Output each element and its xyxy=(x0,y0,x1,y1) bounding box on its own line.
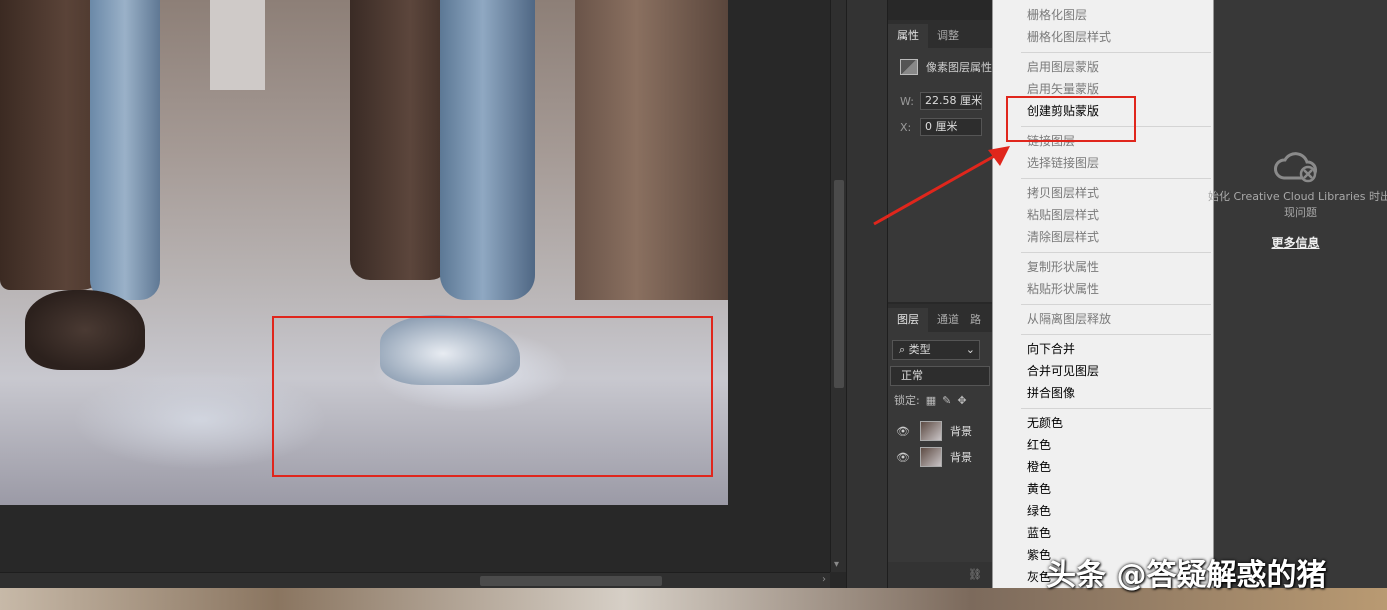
menu-item[interactable]: 红色 xyxy=(1027,435,1051,455)
menu-separator xyxy=(1021,334,1211,335)
lock-row: 锁定: ▦ ✎ ✥ xyxy=(888,392,992,408)
link-icon[interactable]: ⛓ xyxy=(968,568,982,581)
menu-item[interactable]: 橙色 xyxy=(1027,457,1051,477)
tab-properties[interactable]: 属性 xyxy=(888,24,928,48)
width-row: W: 22.58 厘米 xyxy=(888,88,992,114)
menu-item[interactable]: 向下合并 xyxy=(1027,339,1075,359)
vertical-scroll-thumb[interactable] xyxy=(834,180,844,388)
filter-kind-value: 类型 xyxy=(908,343,931,356)
canvas-vertical-scrollbar[interactable]: ▾ xyxy=(830,0,846,572)
menu-item[interactable]: 黄色 xyxy=(1027,479,1051,499)
x-label: X: xyxy=(900,120,912,134)
menu-item[interactable]: 栅格化图层样式 xyxy=(1027,27,1111,47)
photo-background-wall xyxy=(575,0,728,300)
lock-transparent-icon[interactable]: ▦ xyxy=(926,394,936,407)
menu-separator xyxy=(1021,252,1211,253)
x-field[interactable]: 0 厘米 xyxy=(920,118,982,136)
layer-list: 👁 背景 👁 背景 xyxy=(888,418,992,470)
more-info-link[interactable]: 更多信息 xyxy=(1214,234,1377,251)
layer-row[interactable]: 👁 背景 xyxy=(888,444,992,470)
lock-label: 锁定: xyxy=(894,394,920,407)
canvas-horizontal-scrollbar[interactable]: › xyxy=(0,572,830,588)
annotation-arrow-icon xyxy=(873,146,1010,226)
tab-channels[interactable]: 通道 xyxy=(928,308,968,332)
cloud-error-icon xyxy=(1274,152,1317,183)
blend-mode-select[interactable]: 正常 xyxy=(890,366,990,386)
properties-tabbar: 属性 调整 xyxy=(888,20,992,48)
visibility-eye-icon[interactable]: 👁 xyxy=(896,451,910,464)
menu-item[interactable]: 启用图层蒙版 xyxy=(1027,57,1099,77)
filter-kind-label: ⌕ 类型 xyxy=(899,343,931,356)
menu-item[interactable]: 绿色 xyxy=(1027,501,1051,521)
x-row: X: 0 厘米 xyxy=(888,114,992,140)
cc-error-message: 始化 Creative Cloud Libraries 时出 现问题 xyxy=(1208,189,1387,221)
menu-separator xyxy=(1021,178,1211,179)
menu-item[interactable]: 蓝色 xyxy=(1027,523,1051,543)
scroll-down-arrow-icon[interactable]: ▾ xyxy=(834,559,839,570)
tab-paths[interactable]: 路 xyxy=(968,308,981,332)
cc-error-line1: 始化 Creative Cloud Libraries 时出 xyxy=(1208,190,1387,203)
chevron-down-icon: ⌄ xyxy=(965,343,975,356)
layer-name[interactable]: 背景 xyxy=(950,449,972,465)
horizontal-scroll-thumb[interactable] xyxy=(480,576,662,586)
properties-header-row: 像素图层属性 xyxy=(888,54,992,80)
menu-item[interactable]: 从隔离图层释放 xyxy=(1027,309,1111,329)
photo-leg-right xyxy=(350,0,450,280)
photo-background-door xyxy=(210,0,265,90)
canvas-highlight-box xyxy=(272,316,713,477)
layers-tabbar: 图层 通道 路 xyxy=(888,304,992,332)
scroll-right-arrow-icon[interactable]: › xyxy=(822,574,826,585)
menu-item[interactable]: 粘贴形状属性 xyxy=(1027,279,1099,299)
menu-item[interactable]: 清除图层样式 xyxy=(1027,227,1099,247)
layer-context-menu: 栅格化图层 栅格化图层样式 启用图层蒙版 启用矢量蒙版 创建剪贴蒙版 链接图层 选择链接图层… xyxy=(992,0,1214,610)
menu-item[interactable]: 选择链接图层 xyxy=(1027,153,1099,173)
tab-adjustments[interactable]: 调整 xyxy=(928,24,968,48)
layer-filter-select[interactable]: ⌕ 类型 ⌄ xyxy=(892,340,980,360)
width-label: W: xyxy=(900,94,914,108)
pixel-layer-icon xyxy=(900,59,918,75)
photo-shoe-left xyxy=(25,290,145,370)
menu-item[interactable]: 粘贴图层样式 xyxy=(1027,205,1099,225)
layer-thumbnail xyxy=(920,421,942,441)
properties-header: 像素图层属性 xyxy=(926,61,992,74)
cc-error-line2: 现问题 xyxy=(1284,206,1317,219)
menu-separator xyxy=(1021,52,1211,53)
menu-item[interactable]: 合并可见图层 xyxy=(1027,361,1099,381)
width-field[interactable]: 22.58 厘米 xyxy=(920,92,982,110)
layers-footer: ⛓ xyxy=(888,562,992,588)
menu-item[interactable]: 拼合图像 xyxy=(1027,383,1075,403)
panel-gutter xyxy=(846,0,888,588)
cc-libraries-panel: 始化 Creative Cloud Libraries 时出 现问题 更多信息 xyxy=(1208,0,1387,588)
menu-separator xyxy=(1021,408,1211,409)
menu-separator xyxy=(1021,304,1211,305)
layer-thumbnail xyxy=(920,447,942,467)
menu-item[interactable]: 复制形状属性 xyxy=(1027,257,1099,277)
menu-item[interactable]: 栅格化图层 xyxy=(1027,5,1087,25)
menu-item[interactable]: 无颜色 xyxy=(1027,413,1063,433)
layers-panel: 图层 通道 路 ⌕ 类型 ⌄ 正常 锁定: ▦ ✎ ✥ 👁 背景 👁 背景 ⛓ xyxy=(888,304,992,588)
tab-layers[interactable]: 图层 xyxy=(888,308,928,332)
document-canvas[interactable] xyxy=(0,0,830,572)
visibility-eye-icon[interactable]: 👁 xyxy=(896,425,910,438)
photo-leg-left-2 xyxy=(90,0,160,300)
menu-highlight-box xyxy=(1006,96,1136,142)
lock-brush-icon[interactable]: ✎ xyxy=(942,394,951,407)
menu-item[interactable]: 拷贝图层样式 xyxy=(1027,183,1099,203)
layer-name[interactable]: 背景 xyxy=(950,423,972,439)
layer-row[interactable]: 👁 背景 xyxy=(888,418,992,444)
photo-leg-right-2 xyxy=(440,0,535,300)
watermark-text: 头条 @答疑解惑的猪 xyxy=(1046,558,1327,593)
lock-move-icon[interactable]: ✥ xyxy=(957,394,966,407)
